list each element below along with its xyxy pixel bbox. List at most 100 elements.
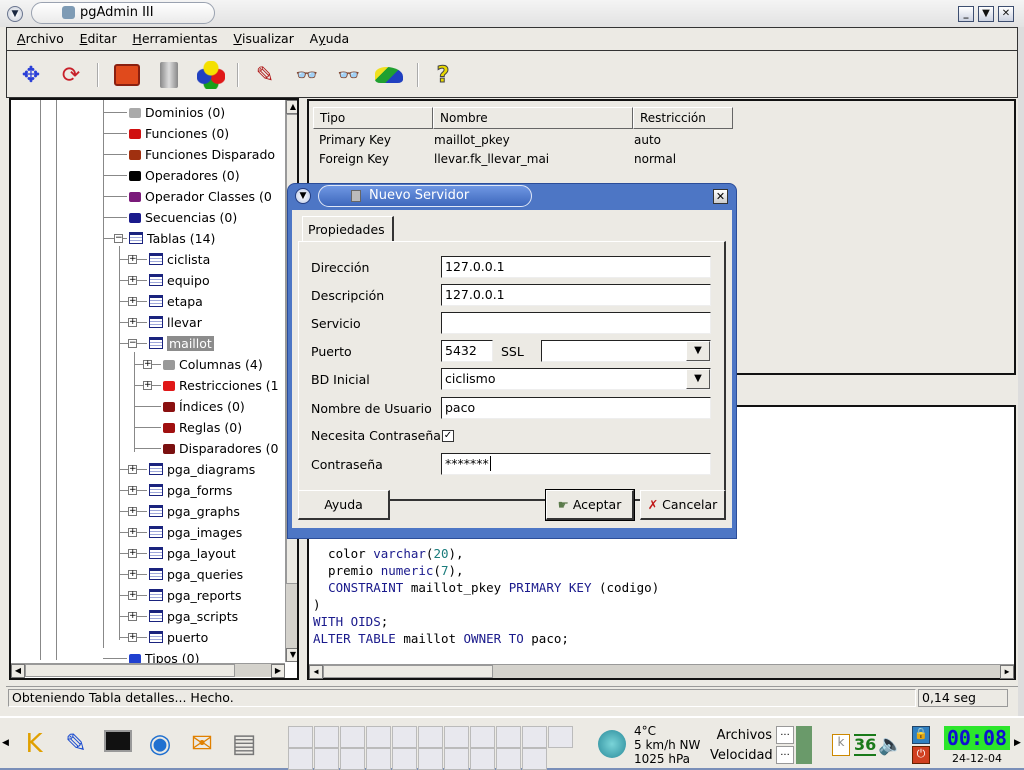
expand-icon[interactable]: +	[143, 381, 152, 390]
puerto-input[interactable]: 5432	[441, 340, 493, 362]
servicio-input[interactable]	[441, 312, 711, 334]
window-18-button[interactable]	[470, 748, 495, 770]
tree-item[interactable]: pga_scripts	[149, 606, 238, 627]
expand-icon[interactable]: +	[128, 276, 137, 285]
expand-icon[interactable]: +	[128, 570, 137, 579]
sql-horizontal-scrollbar[interactable]: ◀ ▶	[309, 664, 1014, 679]
window-5-button[interactable]	[392, 726, 417, 748]
expand-icon[interactable]: +	[128, 255, 137, 264]
scroll-left-button[interactable]: ◀	[11, 664, 25, 678]
shade-button[interactable]: ▼	[978, 6, 994, 22]
scroll-right-button[interactable]: ▶	[271, 664, 285, 678]
tree-item[interactable]: Disparadores (0	[163, 438, 278, 459]
tree-item[interactable]: Reglas (0)	[163, 417, 242, 438]
tree-item[interactable]: Operador Classes (0	[129, 186, 272, 207]
scroll-right-button[interactable]: ▶	[1000, 665, 1014, 679]
view-filtered-button[interactable]: 👓	[333, 59, 365, 91]
window-6-button[interactable]	[418, 726, 443, 748]
sql-button[interactable]: ✎	[249, 59, 281, 91]
kmail-icon[interactable]: ✉	[184, 726, 220, 762]
expand-icon[interactable]: +	[128, 633, 137, 642]
panel-hide-arrow[interactable]: ◀	[2, 738, 9, 748]
expand-icon[interactable]: +	[128, 612, 137, 621]
expand-icon[interactable]: +	[143, 360, 152, 369]
tray-number[interactable]: 36	[854, 734, 877, 756]
expand-icon[interactable]: +	[128, 507, 137, 516]
tree-item[interactable]: Columnas (4)	[163, 354, 263, 375]
window-12-button[interactable]	[288, 748, 313, 770]
close-button[interactable]: ✕	[998, 6, 1014, 22]
tree-item[interactable]: etapa	[149, 291, 203, 312]
volume-icon[interactable]: 🔈	[878, 732, 903, 756]
tree-item[interactable]: Tablas (14)	[129, 228, 215, 249]
descripcion-input[interactable]: 127.0.0.1	[441, 284, 711, 306]
expand-icon[interactable]: +	[128, 318, 137, 327]
minimize-button[interactable]: _	[958, 6, 974, 22]
tree-item[interactable]: ciclista	[149, 249, 210, 270]
menu-visualizar[interactable]: Visualizar	[233, 28, 293, 50]
tree-item[interactable]: Funciones Disparado	[129, 144, 275, 165]
refresh-button[interactable]: ⟳	[55, 59, 87, 91]
collapse-icon[interactable]: −	[114, 234, 123, 243]
properties-button[interactable]	[195, 59, 227, 91]
window-7-button[interactable]	[444, 726, 469, 748]
menu-herramientas[interactable]: Herramientas	[132, 28, 217, 50]
tree-item[interactable]: pga_images	[149, 522, 242, 543]
kwrite-icon[interactable]: ✎	[58, 726, 94, 762]
tree-item[interactable]: pga_diagrams	[149, 459, 255, 480]
klipper-icon[interactable]: k	[832, 734, 850, 756]
tree-item[interactable]: pga_reports	[149, 585, 241, 606]
tree-item[interactable]: equipo	[149, 270, 210, 291]
dialog-menu-button[interactable]: ▼	[295, 188, 311, 204]
window-13-button[interactable]	[314, 748, 339, 770]
expand-icon[interactable]: +	[128, 549, 137, 558]
view-data-button[interactable]: 👓	[291, 59, 323, 91]
scroll-down-button[interactable]: ▼	[286, 648, 297, 662]
maintenance-button[interactable]	[373, 59, 405, 91]
column-header-restriccion[interactable]: Restricción	[633, 107, 733, 129]
scroll-thumb[interactable]	[25, 664, 235, 677]
tree-item[interactable]: pga_forms	[149, 480, 232, 501]
logout-icon[interactable]: ⏻	[912, 746, 930, 764]
kde-menu-icon[interactable]: K	[16, 726, 52, 762]
pgadmin-window-2-button[interactable]	[444, 748, 469, 770]
collapse-icon[interactable]: −	[128, 339, 137, 348]
create-button[interactable]	[111, 59, 143, 91]
window-menu-button[interactable]: ▼	[7, 6, 23, 22]
kde-window-button[interactable]	[522, 748, 547, 770]
help-button[interactable]: ?	[427, 59, 459, 91]
expand-icon[interactable]: +	[128, 297, 137, 306]
clock-time[interactable]: 00:08	[944, 726, 1010, 750]
pgadmin-sql-window-button[interactable]	[366, 726, 391, 748]
cancel-button[interactable]: ✗ Cancelar	[640, 490, 726, 520]
contrasena-input[interactable]: *******	[441, 453, 711, 475]
window-1-button[interactable]	[288, 726, 313, 748]
pdf-window-button[interactable]	[470, 726, 495, 748]
knode-icon[interactable]: ▤	[226, 726, 262, 762]
tree-item[interactable]: Dominios (0)	[129, 102, 225, 123]
dialog-close-button[interactable]: ✕	[713, 189, 728, 204]
scroll-up-button[interactable]: ▲	[286, 100, 297, 114]
necesita-contrasena-checkbox[interactable]: ✓	[442, 430, 454, 442]
panel-right-arrow[interactable]: ▶	[1014, 738, 1021, 748]
expand-icon[interactable]: +	[128, 486, 137, 495]
lock-screen-icon[interactable]: 🔒	[912, 726, 930, 744]
window-15-button[interactable]	[392, 748, 417, 770]
tree-item[interactable]: pga_queries	[149, 564, 243, 585]
title-bar[interactable]: ▼ pgAdmin III _ ▼ ✕	[0, 0, 1024, 27]
ssl-dropdown[interactable]: ▼	[541, 340, 711, 362]
tree-horizontal-scrollbar[interactable]: ◀ ▶	[11, 663, 285, 678]
menu-archivo[interactable]: Archivo	[17, 28, 64, 50]
menu-ayuda[interactable]: Ayuda	[310, 28, 350, 50]
tree-item[interactable]: puerto	[149, 627, 208, 648]
expand-icon[interactable]: +	[128, 465, 137, 474]
tree-item[interactable]: pga_layout	[149, 543, 236, 564]
weather-icon[interactable]	[598, 730, 626, 758]
usuario-input[interactable]: paco	[441, 397, 711, 419]
tree-item[interactable]: Índices (0)	[163, 396, 245, 417]
pgadmin-window-button[interactable]	[340, 748, 365, 770]
tab-propiedades[interactable]: Propiedades	[302, 216, 394, 242]
konqueror-icon[interactable]: ◉	[142, 726, 178, 762]
column-header-nombre[interactable]: Nombre	[433, 107, 633, 129]
dialog-title-bar[interactable]: ▼ Nuevo Servidor ✕	[288, 184, 736, 208]
